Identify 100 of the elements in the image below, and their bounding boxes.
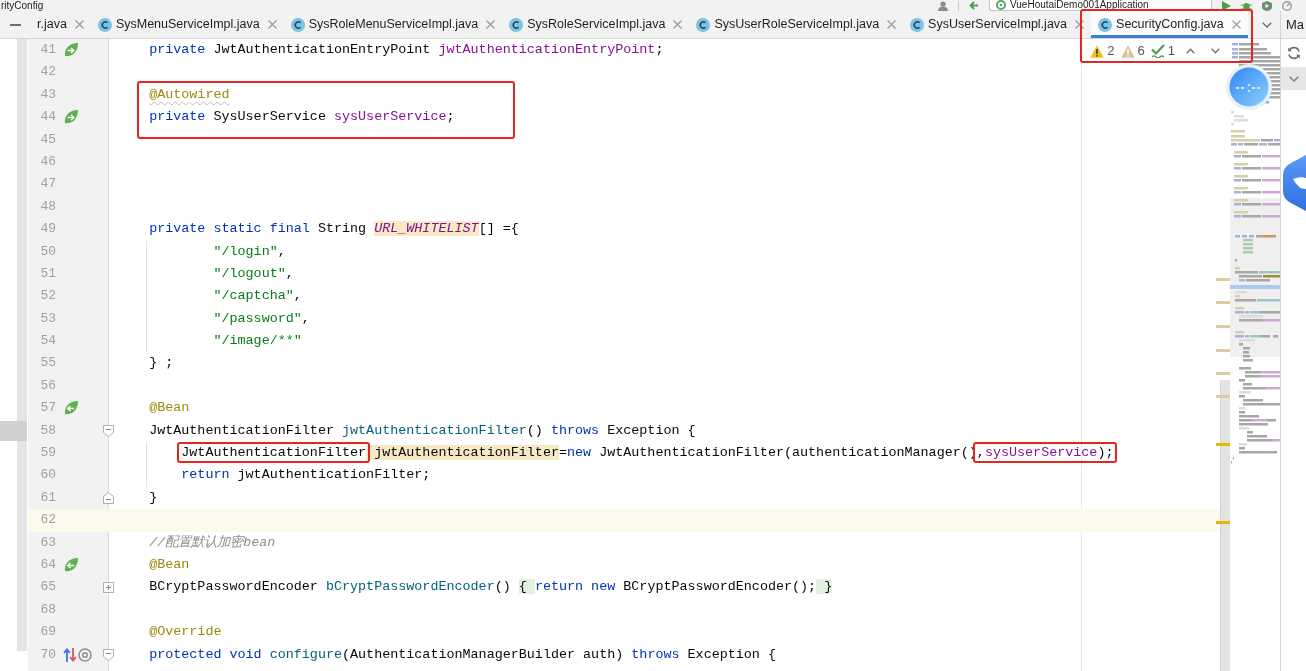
close-icon[interactable] [267, 20, 277, 29]
stripe-marker[interactable] [1216, 443, 1230, 446]
back-arrow-icon[interactable] [969, 1, 979, 10]
shield-icon[interactable] [1262, 0, 1272, 11]
line-number: 60 [39, 466, 56, 485]
code-line: protected void configure(AuthenticationManagerBuilder auth) throws Exception { [149, 645, 776, 664]
close-icon[interactable] [1075, 20, 1085, 29]
line-number: 55 [39, 354, 56, 373]
play-icon[interactable] [1222, 0, 1231, 11]
close-icon[interactable] [486, 20, 496, 29]
code-line: @Bean [149, 556, 190, 574]
code-line: JwtAuthenticationFilter jwtAuthenticationFilter() throws Exception { [149, 421, 696, 440]
hexagon-app-icon[interactable] [1283, 155, 1306, 211]
line-number: 47 [39, 175, 56, 194]
close-icon[interactable] [887, 20, 897, 29]
expand-marker-icon[interactable] [103, 582, 114, 594]
chevron-down-icon[interactable] [1211, 48, 1220, 54]
stripe-marker[interactable] [1216, 521, 1230, 524]
file-tab[interactable]: SysRoleMenuServiceImpl.java [283, 11, 503, 38]
code-line: BCryptPasswordEncoder bCryptPasswordEncoder() { return new BCryptPasswordEncoder(); } [149, 578, 833, 597]
code-line: @Autowired [149, 85, 230, 104]
minus-icon[interactable] [9, 23, 21, 26]
line-number: 64 [39, 556, 56, 574]
line-number: 43 [39, 85, 56, 104]
file-tab[interactable]: SysMenuServiceImpl.java [90, 11, 284, 38]
chevron-down-icon[interactable] [1262, 21, 1272, 28]
line-number: 70 [39, 645, 56, 664]
code-line: } [149, 488, 158, 507]
line-number: 52 [39, 287, 56, 306]
inspection-counter[interactable]: 2 [1090, 43, 1115, 59]
line-number: 57 [39, 399, 56, 418]
line-number: 42 [39, 63, 56, 82]
selection-highlight [0, 421, 27, 441]
code-line: "/captcha", [213, 287, 302, 306]
breadcrumb-item[interactable]: rityConfig [0, 0, 44, 11]
leaf-arrow-icon[interactable] [63, 557, 79, 574]
stripe-marker[interactable] [1216, 395, 1230, 398]
close-icon[interactable] [1231, 20, 1241, 29]
checkmark-icon [1150, 44, 1165, 58]
warning-icon [1090, 44, 1105, 58]
code-line: return jwtAuthenticationFilter; [181, 466, 431, 485]
line-number: 61 [39, 488, 56, 507]
line-number: 51 [39, 264, 56, 283]
round-widget-icon[interactable] [1226, 64, 1272, 110]
file-tab[interactable]: SysRoleServiceImpl.java [502, 11, 690, 38]
code-line: "/logout", [213, 264, 294, 283]
code-line: @Bean [149, 399, 190, 418]
line-number: 56 [39, 376, 56, 395]
file-tab[interactable]: SysUserServiceImpl.java [903, 11, 1092, 38]
file-tab[interactable]: r.java [30, 11, 91, 38]
code-line: } ; [149, 354, 174, 373]
refresh-icon[interactable] [1286, 46, 1301, 60]
collapse-marker-icon[interactable] [103, 648, 114, 661]
code-line: @Override [149, 623, 222, 642]
line-number: 62 [39, 511, 56, 530]
line-number: 45 [39, 130, 56, 149]
collapse-marker-icon[interactable] [103, 424, 114, 437]
file-tab[interactable]: SysUserRoleServiceImpl.java [689, 11, 904, 38]
up-down-arrows-icon[interactable] [63, 646, 77, 663]
inspection-counter[interactable]: 1 [1150, 43, 1175, 59]
leaf-arrow-icon[interactable] [63, 42, 79, 59]
line-number: 44 [39, 108, 56, 127]
code-line: private JwtAuthenticationEntryPoint jwtAuthenticationEntryPoint; [149, 41, 664, 59]
line-number: 41 [39, 41, 56, 59]
line-number: 65 [39, 578, 56, 597]
stripe-marker[interactable] [1216, 278, 1230, 281]
line-number: 58 [39, 421, 56, 440]
expand-button[interactable] [1281, 67, 1306, 90]
line-number: 50 [39, 242, 56, 261]
code-line: "/login", [213, 242, 286, 261]
file-tab[interactable]: SecurityConfig.java [1091, 11, 1248, 38]
leaf-arrow-icon[interactable] [63, 400, 79, 417]
gauge-icon[interactable] [1282, 0, 1292, 11]
code-line: "/password", [213, 309, 310, 328]
line-number: 53 [39, 309, 56, 328]
stripe-marker[interactable] [1216, 372, 1230, 375]
line-number: 59 [39, 444, 56, 463]
leaf-arrow-icon[interactable] [63, 109, 79, 126]
code-line: //配置默认加密bean [149, 533, 276, 552]
chevron-up-icon[interactable] [1186, 48, 1195, 54]
close-icon[interactable] [74, 20, 84, 29]
stripe-marker[interactable] [1216, 349, 1230, 352]
collapse-marker-icon[interactable] [103, 492, 114, 504]
chevron-down-icon [1288, 75, 1299, 82]
person-icon[interactable] [938, 0, 948, 11]
close-icon[interactable] [673, 20, 683, 29]
stripe-marker[interactable] [1216, 325, 1230, 328]
inspection-counter[interactable]: 6 [1120, 43, 1145, 59]
ring-icon[interactable] [78, 647, 92, 662]
line-number: 68 [39, 600, 56, 619]
gear-icon [996, 0, 1006, 10]
code-line: private SysUserService sysUserService; [149, 108, 455, 127]
line-number: 54 [39, 332, 56, 351]
line-number: 49 [39, 220, 56, 239]
bug-icon[interactable] [1241, 0, 1252, 11]
scrollbar-thumb[interactable] [1220, 380, 1230, 671]
line-number: 46 [39, 152, 56, 171]
line-number: 69 [39, 623, 56, 642]
line-number: 48 [39, 197, 56, 216]
stripe-marker[interactable] [1216, 301, 1230, 304]
